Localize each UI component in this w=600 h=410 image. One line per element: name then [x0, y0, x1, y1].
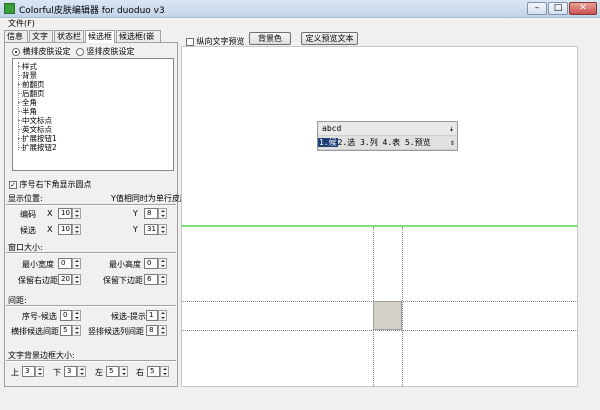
- divider: [6, 204, 176, 206]
- page-scroll-icon: ⇕: [450, 138, 455, 147]
- keep-bottom-spinner[interactable]: [158, 274, 167, 285]
- seq-cand-input[interactable]: 0: [60, 310, 72, 321]
- composition-line: abcd ⇣: [318, 122, 457, 135]
- cand-y-input[interactable]: 31: [144, 224, 158, 235]
- candidate-list: 2.选 3.列 4.表 5.预览: [337, 138, 431, 147]
- keep-bottom-label: 保留下边距: [103, 276, 143, 285]
- seq-cand-label: 序号-候选: [22, 312, 57, 321]
- guide-v-2: [402, 227, 403, 387]
- preview-canvas[interactable]: [181, 46, 578, 387]
- min-width-input[interactable]: 0: [58, 258, 72, 269]
- keep-right-label: 保留右边距: [18, 276, 58, 285]
- show-dot-label: 序号右下角显示圆点: [19, 180, 92, 189]
- radio-horizontal-label: 横排皮肤设定: [22, 47, 71, 56]
- vertical-preview-checkbox[interactable]: [186, 37, 194, 46]
- keep-right-input[interactable]: 20: [58, 274, 72, 285]
- v-spacing-input[interactable]: 8: [146, 325, 158, 336]
- show-dot-checkbox[interactable]: ✓: [9, 180, 17, 189]
- min-height-label: 最小高度: [109, 260, 141, 269]
- v-spacing-label: 竖排候选列间距: [88, 327, 144, 336]
- display-pos-title: 显示位置:: [8, 194, 43, 203]
- code-y-input[interactable]: 8: [144, 208, 158, 219]
- min-width-spinner[interactable]: [72, 258, 81, 269]
- bg-color-button[interactable]: 背景色: [249, 32, 291, 45]
- radio-horizontal[interactable]: 横排皮肤设定: [12, 46, 71, 57]
- show-dot-option[interactable]: ✓ 序号右下角显示圆点: [9, 179, 92, 190]
- status-bar: [0, 392, 600, 410]
- code-x-spinner[interactable]: [72, 208, 81, 219]
- border-left-spinner[interactable]: [119, 366, 128, 377]
- cand-x-label: X: [47, 225, 53, 234]
- maximize-button[interactable]: □: [548, 2, 568, 15]
- border-top-spinner[interactable]: [35, 366, 44, 377]
- keep-right-spinner[interactable]: [72, 274, 81, 285]
- single-row-note: Y值相同时为单行皮肤: [111, 194, 188, 203]
- code-y-spinner[interactable]: [158, 208, 167, 219]
- radio-horizontal-indicator[interactable]: [12, 47, 20, 56]
- v-spacing-spinner[interactable]: [158, 325, 167, 336]
- scrollbar-track[interactable]: [586, 46, 596, 387]
- tab-statusbar[interactable]: 状态栏: [54, 30, 84, 42]
- cand-y-spinner[interactable]: [158, 224, 167, 235]
- code-label: 编码: [20, 210, 36, 219]
- radio-vertical-indicator[interactable]: [76, 47, 84, 56]
- cand-hint-label: 候选-提示: [111, 312, 146, 321]
- h-spacing-input[interactable]: 5: [60, 325, 72, 336]
- cand-label: 候选: [20, 226, 36, 235]
- seq-cand-spinner[interactable]: [72, 310, 81, 321]
- border-right-input[interactable]: 5: [147, 366, 160, 377]
- menu-file[interactable]: 文件(F): [8, 18, 35, 29]
- radio-vertical-label: 竖排皮肤设定: [86, 47, 135, 56]
- border-right-spinner[interactable]: [160, 366, 169, 377]
- input-text: abcd: [322, 124, 342, 133]
- tree-item[interactable]: 扩展按钮2: [18, 142, 57, 153]
- menu-bar: [0, 18, 600, 30]
- radio-vertical[interactable]: 竖排皮肤设定: [76, 46, 135, 57]
- divider: [6, 360, 176, 362]
- code-x-label: X: [47, 209, 53, 218]
- cand-hint-spinner[interactable]: [158, 310, 167, 321]
- border-top-input[interactable]: 3: [22, 366, 35, 377]
- vertical-preview-label: 纵向文字预览: [196, 37, 245, 46]
- cand-y-label: Y: [133, 225, 138, 234]
- tab-text[interactable]: 文字: [29, 30, 53, 42]
- highlighted-candidate: 1.候: [318, 138, 338, 147]
- page-marker-icon: ⇣: [449, 124, 454, 133]
- border-bottom-label: 下: [53, 368, 61, 377]
- custom-preview-button[interactable]: 定义预览文本: [301, 32, 358, 45]
- code-x-input[interactable]: 10: [58, 208, 72, 219]
- border-bottom-input[interactable]: 3: [64, 366, 77, 377]
- element-preview-box: [373, 301, 402, 330]
- tab-candidate[interactable]: 候选框: [85, 30, 115, 43]
- divider: [6, 252, 176, 254]
- h-spacing-label: 横排候选间距: [11, 327, 59, 336]
- border-bottom-spinner[interactable]: [77, 366, 86, 377]
- cand-hint-input[interactable]: 1: [146, 310, 158, 321]
- cand-x-spinner[interactable]: [72, 224, 81, 235]
- minimize-button[interactable]: –: [527, 2, 547, 15]
- h-spacing-spinner[interactable]: [72, 325, 81, 336]
- tab-candidate-embedded[interactable]: 候选框(嵌入): [116, 30, 161, 52]
- close-button[interactable]: ✕: [569, 2, 597, 15]
- candidate-line: 1.候2.选 3.列 4.表 5.预览 ⇕: [318, 136, 457, 149]
- keep-bottom-input[interactable]: 6: [144, 274, 158, 285]
- divider: [6, 305, 176, 307]
- min-height-input[interactable]: 0: [144, 258, 158, 269]
- cand-x-input[interactable]: 10: [58, 224, 72, 235]
- border-right-label: 右: [136, 368, 144, 377]
- app-icon: [4, 3, 15, 14]
- code-y-label: Y: [133, 209, 138, 218]
- tab-info[interactable]: 信息: [4, 30, 28, 42]
- window-title: Colorful皮肤编辑器 for duoduo v3: [19, 6, 165, 16]
- guide-h-2: [181, 330, 578, 331]
- border-left-input[interactable]: 5: [106, 366, 119, 377]
- border-top-label: 上: [11, 368, 19, 377]
- min-width-label: 最小宽度: [22, 260, 54, 269]
- baseline-guide: [181, 225, 578, 227]
- border-left-label: 左: [95, 368, 103, 377]
- min-height-spinner[interactable]: [158, 258, 167, 269]
